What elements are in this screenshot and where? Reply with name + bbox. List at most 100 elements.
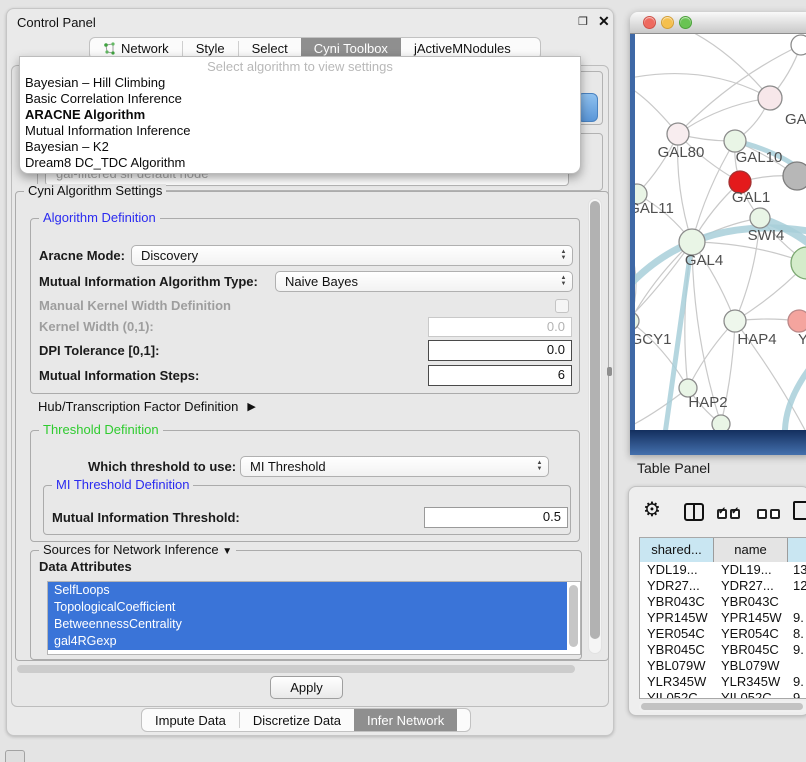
network-node[interactable] — [750, 208, 770, 228]
kernel-width-field[interactable]: 0.0 — [428, 317, 572, 337]
combo-value: Discovery — [132, 248, 557, 263]
column-header[interactable] — [788, 538, 806, 562]
column-header[interactable]: name — [714, 538, 788, 562]
tab-label: Discretize Data — [253, 713, 341, 728]
settings-hscrollbar[interactable] — [17, 665, 581, 674]
combo-spinner-icon: ▲▼ — [557, 276, 572, 287]
node-label: GAL11 — [635, 200, 674, 217]
table-cell: 9. — [788, 642, 806, 658]
mi-algorithm-type-combo[interactable]: Naive Bayes ▲▼ — [275, 271, 573, 292]
minimize-traffic-light[interactable] — [661, 16, 674, 29]
tab-discretize-data[interactable]: Discretize Data — [240, 709, 354, 731]
network-edge — [635, 388, 688, 429]
minimized-panel-button[interactable] — [5, 750, 25, 762]
algorithm-definition-group: Algorithm Definition Aracne Mode: Discov… — [30, 218, 580, 394]
network-node[interactable] — [783, 162, 806, 190]
list-item[interactable]: gal4RGexp — [48, 633, 567, 650]
scrollbar-thumb[interactable] — [590, 201, 600, 639]
network-node[interactable] — [758, 86, 782, 110]
network-node[interactable] — [788, 310, 806, 332]
algorithm-option-highlighted[interactable]: ARACNE Algorithm — [20, 107, 580, 123]
algorithm-option[interactable]: Mutual Information Inference — [20, 123, 580, 139]
aracne-mode-combo[interactable]: Discovery ▲▼ — [131, 245, 573, 266]
algorithm-option[interactable]: Bayesian – K2 — [20, 139, 580, 155]
network-node[interactable] — [712, 415, 730, 430]
unchecked-checkbox-icon[interactable] — [770, 509, 780, 519]
table-row[interactable]: YIL052CYIL052C9. — [640, 690, 806, 699]
unchecked-checkbox-icon[interactable] — [757, 509, 767, 519]
data-attributes-label: Data Attributes — [39, 559, 132, 575]
network-node[interactable] — [667, 123, 689, 145]
document-icon[interactable] — [793, 501, 806, 520]
table-row[interactable]: YBL079WYBL079W — [640, 658, 806, 674]
group-title: Sources for Network Inference ▼ — [39, 543, 236, 559]
tab-label: Cyni Toolbox — [314, 41, 388, 56]
table-hscrollbar[interactable] — [639, 701, 806, 712]
combo-spinner-icon: ▲▼ — [533, 461, 548, 472]
list-item[interactable]: TopologicalCoefficient — [48, 599, 567, 616]
mi-steps-label: Mutual Information Steps: — [39, 365, 199, 386]
list-scrollbar-thumb[interactable] — [569, 585, 578, 647]
table-panel: ⚙ ✓ ✓ shared...name YDL19...YDL19...13YD… — [628, 486, 806, 716]
splitter-grip[interactable] — [607, 367, 612, 376]
apply-button[interactable]: Apply — [270, 676, 343, 699]
collapsed-arrow-icon: ▶ — [247, 400, 255, 413]
table-cell: YIL052C — [714, 690, 788, 699]
screen: Control Panel ❐ ✕ Network Style Select C… — [0, 0, 806, 762]
group-title: Algorithm Definition — [39, 211, 160, 225]
table-cell: YLR345W — [714, 674, 788, 690]
network-icon — [103, 42, 116, 55]
data-attributes-list[interactable]: SelfLoops TopologicalCoefficient Between… — [47, 581, 581, 655]
table-row[interactable]: YLR345WYLR345W9. — [640, 674, 806, 690]
tab-infer-network[interactable]: Infer Network — [354, 709, 457, 731]
group-title: MI Threshold Definition — [52, 478, 193, 492]
control-panel-window: Control Panel ❐ ✕ Network Style Select C… — [6, 8, 614, 736]
algorithm-option[interactable]: Basic Correlation Inference — [20, 91, 580, 107]
close-traffic-light[interactable] — [643, 16, 656, 29]
dpi-tolerance-label: DPI Tolerance [0,1]: — [39, 340, 159, 361]
network-window-bottom-frame — [630, 430, 806, 455]
algorithm-option[interactable]: Bayesian – Hill Climbing — [20, 75, 580, 91]
tab-label: Select — [252, 41, 288, 56]
table-row[interactable]: YDL19...YDL19...13 — [640, 562, 806, 578]
settings-vscrollbar[interactable] — [588, 198, 602, 654]
scrollbar-thumb[interactable] — [641, 703, 803, 710]
network-canvas[interactable]: GALGAL80GAL10GAL1GAL11SWI4GAL4GCY1HAP4YH… — [635, 34, 806, 430]
mi-threshold-field[interactable]: 0.5 — [424, 507, 568, 528]
zoom-traffic-light[interactable] — [679, 16, 692, 29]
mi-steps-field[interactable]: 6 — [428, 365, 572, 386]
which-threshold-combo[interactable]: MI Threshold ▲▼ — [240, 456, 549, 477]
scrollbar-thumb[interactable] — [17, 665, 575, 673]
combo-value: MI Threshold — [241, 459, 533, 474]
table-cell: YBL079W — [640, 658, 714, 674]
split-columns-icon[interactable] — [684, 503, 704, 521]
float-window-icon[interactable]: ❐ — [578, 15, 588, 28]
manual-kernel-checkbox[interactable] — [555, 299, 569, 313]
table-row[interactable]: YBR045CYBR045C9. — [640, 642, 806, 658]
checked-checkbox-icon[interactable]: ✓ — [717, 509, 727, 519]
mi-threshold-label: Mutual Information Threshold: — [52, 507, 240, 528]
table-cell: YER054C — [640, 626, 714, 642]
algorithm-option[interactable]: Dream8 DC_TDC Algorithm — [20, 155, 580, 171]
node-label: Y — [798, 331, 806, 348]
node-label: GAL — [785, 111, 806, 128]
table-row[interactable]: YDR27...YDR27...12 — [640, 578, 806, 594]
tab-impute-data[interactable]: Impute Data — [142, 709, 239, 731]
close-icon[interactable]: ✕ — [598, 13, 610, 30]
column-header[interactable]: shared... — [640, 538, 714, 562]
list-item[interactable]: BetweennessCentrality — [48, 616, 567, 633]
hub-definition-toggle[interactable]: Hub/Transcription Factor Definition ▶ — [38, 398, 256, 414]
network-window-titlebar[interactable] — [630, 12, 806, 34]
table-row[interactable]: YBR043CYBR043C — [640, 594, 806, 610]
gear-icon[interactable]: ⚙ — [643, 497, 661, 522]
list-item[interactable]: SelfLoops — [48, 582, 567, 599]
dpi-tolerance-field[interactable]: 0.0 — [428, 340, 572, 361]
checked-checkbox-icon[interactable]: ✓ — [730, 509, 740, 519]
table-row[interactable]: YPR145WYPR145W9. — [640, 610, 806, 626]
network-edge — [635, 74, 770, 98]
table-cell: YDR27... — [714, 578, 788, 594]
table-row[interactable]: YER054CYER054C8. — [640, 626, 806, 642]
network-node[interactable] — [791, 35, 806, 55]
network-node[interactable] — [724, 310, 746, 332]
table-cell: YBR043C — [714, 594, 788, 610]
